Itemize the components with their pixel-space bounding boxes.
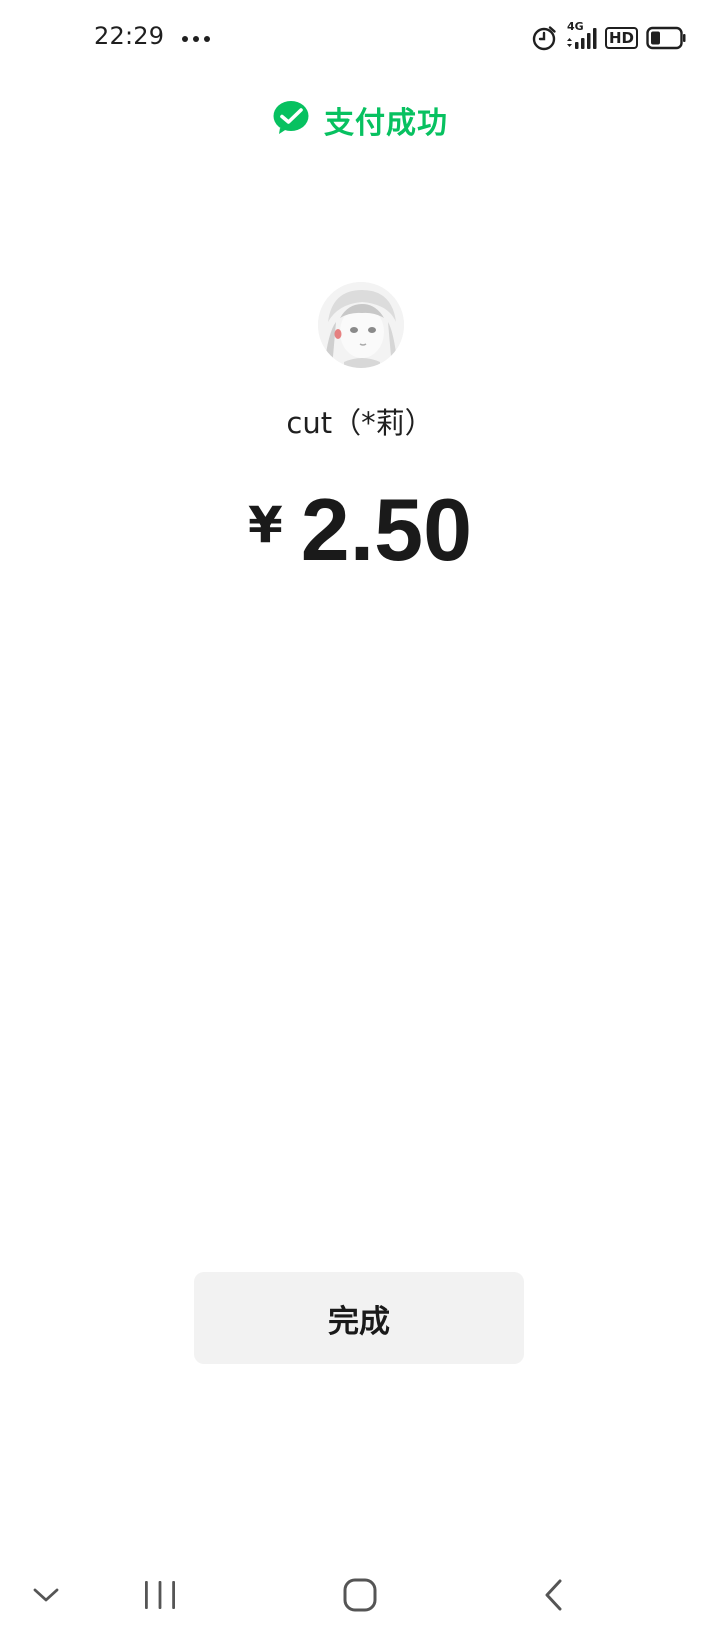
currency-symbol: ¥ <box>247 496 283 554</box>
wechat-pay-check-icon <box>272 100 312 140</box>
alarm-icon <box>531 25 557 51</box>
done-button[interactable]: 完成 <box>194 1272 524 1364</box>
signal-icon <box>565 25 597 51</box>
battery-icon <box>646 26 686 50</box>
payment-amount: ¥ 2.50 <box>0 486 720 574</box>
payee-name: cut（*莉） <box>286 406 434 440</box>
hd-icon: HD <box>604 27 638 49</box>
home-icon[interactable] <box>338 1570 382 1620</box>
recent-apps-icon[interactable] <box>138 1570 182 1620</box>
collapse-chevron-icon[interactable] <box>26 1570 66 1620</box>
navigation-bar <box>0 1560 720 1640</box>
status-icons: HD <box>531 24 686 52</box>
back-icon[interactable] <box>534 1570 574 1620</box>
success-title: 支付成功 <box>324 106 448 141</box>
status-time: 22:29 <box>94 22 165 50</box>
payment-success-header: 支付成功 <box>0 96 720 144</box>
more-dots-icon <box>182 36 210 42</box>
avatar <box>318 282 404 368</box>
amount-value: 2.50 <box>300 480 473 579</box>
payment-success-screen: 22:29 4G HD 支付成功 cut（*莉） ¥ 2.50 完成 <box>0 0 720 1640</box>
status-bar: 22:29 4G HD <box>0 0 720 76</box>
